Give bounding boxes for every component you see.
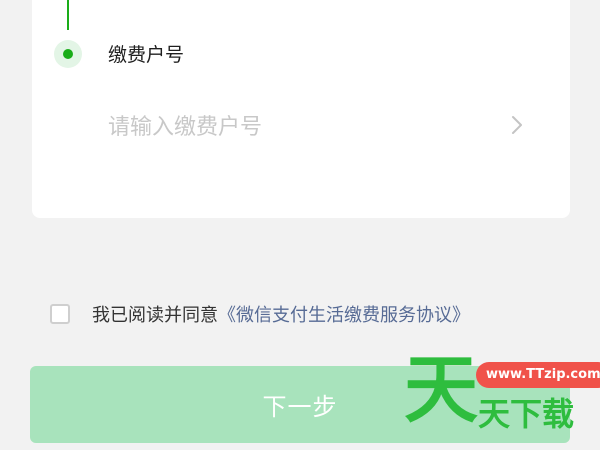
chevron-right-icon[interactable] (506, 114, 528, 136)
step-connector-line (67, 0, 69, 30)
account-number-input[interactable]: 请输入缴费户号 (108, 110, 548, 140)
step-dot-icon (63, 49, 73, 59)
agreement-row: 我已阅读并同意 《微信支付生活缴费服务协议》 (50, 299, 470, 329)
account-number-placeholder: 请输入缴费户号 (108, 115, 263, 140)
agreement-checkbox[interactable] (50, 304, 70, 324)
agreement-link[interactable]: 《微信支付生活缴费服务协议》 (218, 301, 470, 327)
agreement-text: 我已阅读并同意 (92, 305, 218, 326)
next-button[interactable]: 下一步 (30, 366, 570, 443)
account-number-label: 缴费户号 (108, 44, 185, 66)
